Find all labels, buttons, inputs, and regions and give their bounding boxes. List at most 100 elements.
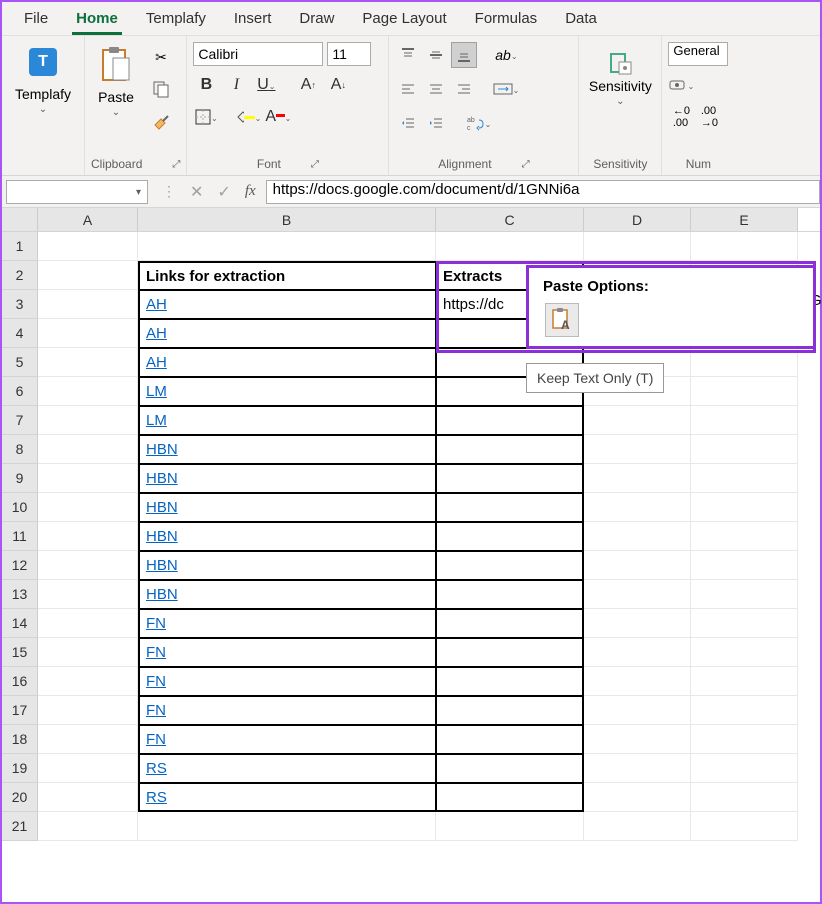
cell-C19[interactable] — [436, 754, 584, 783]
cell-C15[interactable] — [436, 638, 584, 667]
templafy-button[interactable]: T Templafy ⌄ — [8, 40, 78, 115]
row-header[interactable]: 6 — [2, 377, 38, 406]
paste-button[interactable]: Paste ⌄ — [91, 40, 141, 118]
cell-D7[interactable] — [584, 406, 691, 435]
tab-draw[interactable]: Draw — [285, 2, 348, 35]
cell-B9[interactable]: HBN — [138, 464, 436, 493]
align-middle-button[interactable] — [423, 42, 449, 68]
tab-formulas[interactable]: Formulas — [461, 2, 552, 35]
col-header-C[interactable]: C — [436, 208, 584, 231]
row-header[interactable]: 18 — [2, 725, 38, 754]
cell-B16[interactable]: FN — [138, 667, 436, 696]
align-center-button[interactable] — [423, 76, 449, 102]
align-bottom-button[interactable] — [451, 42, 477, 68]
font-color-button[interactable]: A⌄ — [265, 104, 291, 130]
row-header[interactable]: 3 — [2, 290, 38, 319]
increase-indent-button[interactable] — [423, 110, 449, 136]
cell-B6[interactable]: LM — [138, 377, 436, 406]
row-header[interactable]: 16 — [2, 667, 38, 696]
cell-E12[interactable] — [691, 551, 798, 580]
sensitivity-button[interactable]: Sensitivity ⌄ — [585, 40, 655, 107]
number-format-select[interactable]: General — [668, 42, 728, 66]
cell-D8[interactable] — [584, 435, 691, 464]
cell-A7[interactable] — [38, 406, 138, 435]
cell-D21[interactable] — [584, 812, 691, 841]
cell-E15[interactable] — [691, 638, 798, 667]
cell-B1[interactable] — [138, 232, 436, 261]
currency-button[interactable]: ⌄ — [668, 72, 694, 98]
cell-B2[interactable]: Links for extraction — [138, 261, 436, 290]
cell-A14[interactable] — [38, 609, 138, 638]
row-header[interactable]: 20 — [2, 783, 38, 812]
italic-button[interactable]: I — [223, 72, 249, 98]
cell-E14[interactable] — [691, 609, 798, 638]
col-header-E[interactable]: E — [691, 208, 798, 231]
cell-A19[interactable] — [38, 754, 138, 783]
cell-A20[interactable] — [38, 783, 138, 812]
cell-D15[interactable] — [584, 638, 691, 667]
cell-D13[interactable] — [584, 580, 691, 609]
row-header[interactable]: 1 — [2, 232, 38, 261]
cell-A16[interactable] — [38, 667, 138, 696]
cell-C21[interactable] — [436, 812, 584, 841]
enter-icon[interactable]: ✓ — [217, 182, 230, 202]
row-header[interactable]: 13 — [2, 580, 38, 609]
cell-C14[interactable] — [436, 609, 584, 638]
row-header[interactable]: 4 — [2, 319, 38, 348]
cell-B18[interactable]: FN — [138, 725, 436, 754]
cell-C10[interactable] — [436, 493, 584, 522]
merge-button[interactable]: ⌄ — [493, 76, 519, 102]
cell-D12[interactable] — [584, 551, 691, 580]
cell-B7[interactable]: LM — [138, 406, 436, 435]
row-header[interactable]: 5 — [2, 348, 38, 377]
cancel-icon[interactable]: ✕ — [190, 182, 203, 202]
cell-B19[interactable]: RS — [138, 754, 436, 783]
cell-A1[interactable] — [38, 232, 138, 261]
col-header-A[interactable]: A — [38, 208, 138, 231]
cell-D11[interactable] — [584, 522, 691, 551]
cell-D17[interactable] — [584, 696, 691, 725]
cell-E8[interactable] — [691, 435, 798, 464]
cell-E5[interactable] — [691, 348, 798, 377]
tab-home[interactable]: Home — [62, 2, 132, 35]
cell-A11[interactable] — [38, 522, 138, 551]
tab-file[interactable]: File — [10, 2, 62, 35]
dots-icon[interactable]: ⋮ — [162, 183, 176, 200]
borders-button[interactable]: ⌄ — [193, 104, 219, 130]
cell-D9[interactable] — [584, 464, 691, 493]
cell-E20[interactable] — [691, 783, 798, 812]
cell-A2[interactable] — [38, 261, 138, 290]
tab-insert[interactable]: Insert — [220, 2, 286, 35]
decrease-decimal-button[interactable]: .00→0 — [696, 104, 722, 130]
cell-E21[interactable] — [691, 812, 798, 841]
decrease-indent-button[interactable] — [395, 110, 421, 136]
format-painter-button[interactable] — [149, 110, 173, 132]
row-header[interactable]: 10 — [2, 493, 38, 522]
row-header[interactable]: 12 — [2, 551, 38, 580]
row-header[interactable]: 2 — [2, 261, 38, 290]
orientation-button[interactable]: ab⌄ — [493, 42, 519, 68]
wrap-text-button[interactable]: abc⌄ — [465, 110, 491, 136]
cell-A5[interactable] — [38, 348, 138, 377]
cell-E9[interactable] — [691, 464, 798, 493]
cell-E19[interactable] — [691, 754, 798, 783]
row-header[interactable]: 9 — [2, 464, 38, 493]
align-top-button[interactable] — [395, 42, 421, 68]
cell-B11[interactable]: HBN — [138, 522, 436, 551]
cell-C8[interactable] — [436, 435, 584, 464]
fx-icon[interactable]: fx — [245, 183, 256, 200]
underline-button[interactable]: U⌄ — [253, 72, 279, 98]
cell-A18[interactable] — [38, 725, 138, 754]
cell-C17[interactable] — [436, 696, 584, 725]
align-right-button[interactable] — [451, 76, 477, 102]
cell-B20[interactable]: RS — [138, 783, 436, 812]
col-header-B[interactable]: B — [138, 208, 436, 231]
select-all-corner[interactable] — [2, 208, 38, 231]
tab-data[interactable]: Data — [551, 2, 611, 35]
cell-E6[interactable] — [691, 377, 798, 406]
cell-B21[interactable] — [138, 812, 436, 841]
row-header[interactable]: 7 — [2, 406, 38, 435]
cut-button[interactable]: ✂ — [149, 46, 173, 68]
cell-D20[interactable] — [584, 783, 691, 812]
cell-E17[interactable] — [691, 696, 798, 725]
